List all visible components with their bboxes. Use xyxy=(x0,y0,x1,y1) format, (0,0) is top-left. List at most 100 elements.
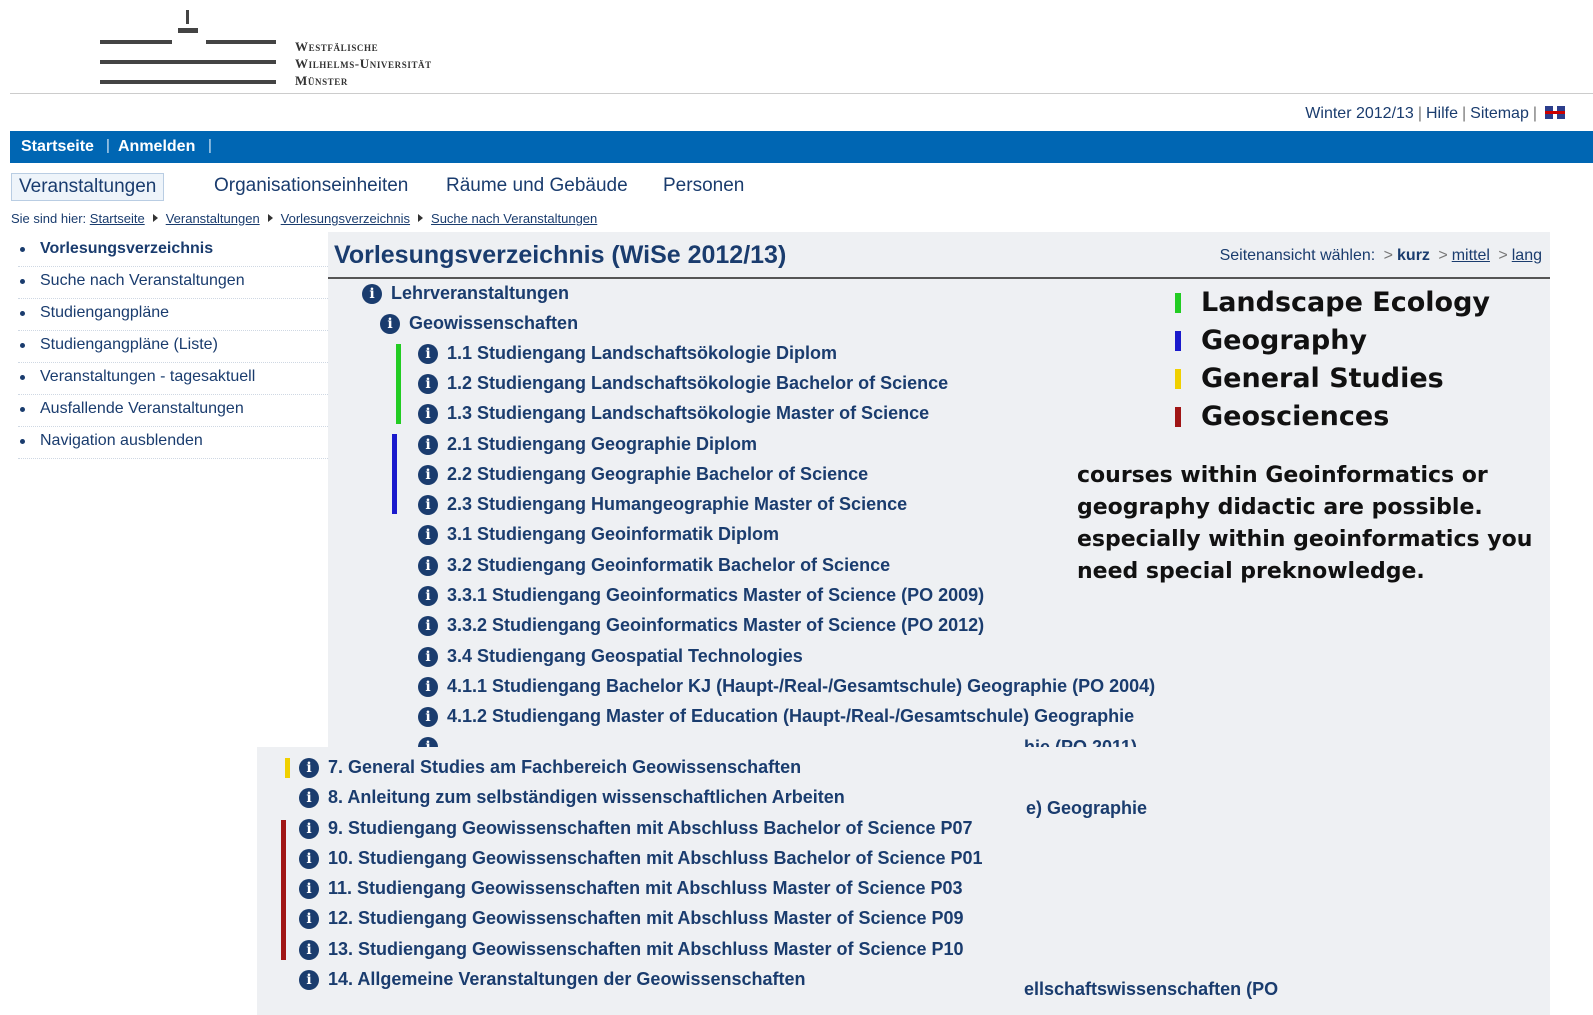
fragment-geographie: e) Geographie xyxy=(1026,798,1148,818)
view-selector: Seitenansicht wählen: > kurz > mittel > lan… xyxy=(1219,247,1542,264)
geography-marker xyxy=(392,434,397,514)
sidebar-item-label: Suche nach Veranstaltungen xyxy=(40,272,245,289)
info-icon[interactable]: i xyxy=(299,819,319,839)
bullet-icon xyxy=(20,407,25,412)
sidebar-item-vorlesungsverzeichnis[interactable]: Vorlesungsverzeichnis xyxy=(18,236,328,267)
info-icon[interactable]: i xyxy=(299,758,319,778)
geosciences-marker xyxy=(281,820,286,960)
logo-center-block xyxy=(178,28,198,33)
info-icon[interactable]: i xyxy=(299,879,319,899)
info-icon[interactable]: i xyxy=(418,707,438,727)
info-icon[interactable]: i xyxy=(418,677,438,697)
sidebar-item-studiengangplaene-liste[interactable]: Studiengangpläne (Liste) xyxy=(18,332,328,363)
breadcrumb: Sie sind hier: Startseite Veranstaltungen… xyxy=(11,211,597,226)
bullet-icon xyxy=(20,279,25,284)
info-icon[interactable]: i xyxy=(380,314,400,334)
breadcrumb-arrow-icon xyxy=(418,214,424,222)
legend-swatch xyxy=(1175,293,1181,313)
tab-organisationseinheiten[interactable]: Organisationseinheiten xyxy=(214,175,408,197)
logo-line-1: Westfälische xyxy=(295,39,379,54)
info-icon[interactable]: i xyxy=(299,940,319,960)
legend-label: Geography xyxy=(1201,325,1368,356)
view-kurz[interactable]: kurz xyxy=(1397,247,1430,264)
sidebar-item-label: Ausfallende Veranstaltungen xyxy=(40,400,244,417)
legend-label: Geosciences xyxy=(1201,401,1390,432)
info-icon[interactable]: i xyxy=(418,404,438,424)
info-icon[interactable]: i xyxy=(418,525,438,545)
sidebar-item-label: Studiengangpläne (Liste) xyxy=(40,336,218,353)
legend-label: Landscape Ecology xyxy=(1201,287,1491,318)
sidebar-item-label: Veranstaltungen - tagesaktuell xyxy=(40,368,256,385)
info-icon[interactable]: i xyxy=(299,849,319,869)
meta-links: Winter 2012/13 | Hilfe | Sitemap | xyxy=(1305,105,1565,123)
legend-label: General Studies xyxy=(1201,363,1444,394)
info-icon[interactable]: i xyxy=(418,435,438,455)
uk-flag-icon[interactable] xyxy=(1545,106,1565,119)
sidebar-item-tagesaktuell[interactable]: Veranstaltungen - tagesaktuell xyxy=(18,364,328,395)
tab-veranstaltungen[interactable]: Veranstaltungen xyxy=(11,173,165,201)
landscape-ecology-marker xyxy=(396,344,401,424)
sidebar-item-label: Studiengangpläne xyxy=(40,304,170,321)
view-mittel[interactable]: mittel xyxy=(1452,247,1490,264)
info-icon[interactable]: i xyxy=(418,465,438,485)
breadcrumb-veranstaltungen[interactable]: Veranstaltungen xyxy=(166,211,260,226)
breadcrumb-suche[interactable]: Suche nach Veranstaltungen xyxy=(431,211,597,226)
sidebar-item-label: Navigation ausblenden xyxy=(40,432,203,449)
info-icon[interactable]: i xyxy=(418,374,438,394)
tab-raeume-und-gebaeude[interactable]: Räume und Gebäude xyxy=(446,175,628,197)
bullet-icon xyxy=(20,375,25,380)
sidebar-item-ausfallende[interactable]: Ausfallende Veranstaltungen xyxy=(18,396,328,427)
main-header: Vorlesungsverzeichnis (WiSe 2012/13) Sei… xyxy=(328,235,1550,279)
sidebar-item-label: Vorlesungsverzeichnis xyxy=(40,240,214,257)
top-nav-bar: Startseite | Anmelden | xyxy=(10,131,1593,163)
info-icon[interactable]: i xyxy=(418,647,438,667)
breadcrumb-arrow-icon xyxy=(152,214,158,222)
breadcrumb-prefix: Sie sind hier: xyxy=(11,211,87,226)
logo-center-stem xyxy=(186,10,189,24)
sidebar-item-suche[interactable]: Suche nach Veranstaltungen xyxy=(18,268,328,299)
breadcrumb-vorlesungsverzeichnis[interactable]: Vorlesungsverzeichnis xyxy=(281,211,410,226)
sidebar-item-studiengangplaene[interactable]: Studiengangpläne xyxy=(18,300,328,331)
logo-line-2: Wilhelms-Universität xyxy=(295,56,432,71)
header-divider xyxy=(10,93,1593,94)
bullet-icon xyxy=(20,439,25,444)
fragment-gesellschaftswissenschaften: ellschaftswissenschaften (PO xyxy=(1024,979,1279,999)
logo-bar-middle xyxy=(100,60,276,64)
info-icon[interactable]: i xyxy=(418,495,438,515)
logo-bar-bottom xyxy=(100,80,276,84)
info-icon[interactable]: i xyxy=(299,970,319,990)
view-label: Seitenansicht wählen: xyxy=(1219,247,1376,264)
university-name: Westfälische Wilhelms-Universität Münste… xyxy=(295,38,432,89)
logo-line-3: Münster xyxy=(295,73,348,88)
breadcrumb-startseite[interactable]: Startseite xyxy=(90,211,145,226)
sidebar-item-navigation-ausblenden[interactable]: Navigation ausblenden xyxy=(18,428,328,459)
general-studies-marker xyxy=(285,758,290,778)
home-link[interactable]: Startseite xyxy=(21,138,94,156)
info-icon[interactable]: i xyxy=(418,344,438,364)
bullet-icon xyxy=(20,311,25,316)
tab-personen[interactable]: Personen xyxy=(663,175,744,197)
info-icon[interactable]: i xyxy=(299,788,319,808)
info-icon[interactable]: i xyxy=(418,616,438,636)
legend-swatch xyxy=(1175,369,1181,389)
nav-separator: | xyxy=(208,137,212,154)
logo-bar-top-right xyxy=(206,40,276,44)
annotation-note: courses within Geoinformatics or geograp… xyxy=(1077,463,1533,584)
login-link[interactable]: Anmelden xyxy=(118,138,195,156)
info-icon[interactable]: i xyxy=(299,909,319,929)
bullet-icon xyxy=(20,343,25,348)
help-link[interactable]: Hilfe xyxy=(1426,105,1458,122)
info-icon[interactable]: i xyxy=(418,556,438,576)
breadcrumb-arrow-icon xyxy=(267,214,273,222)
semester-link[interactable]: Winter 2012/13 xyxy=(1305,105,1414,122)
legend-swatch xyxy=(1175,407,1181,427)
view-lang[interactable]: lang xyxy=(1512,247,1542,264)
nav-separator: | xyxy=(106,137,110,154)
sitemap-link[interactable]: Sitemap xyxy=(1470,105,1529,122)
logo-bar-top-left xyxy=(100,40,172,44)
info-icon[interactable]: i xyxy=(362,284,382,304)
bullet-icon xyxy=(20,247,25,252)
info-icon[interactable]: i xyxy=(418,586,438,606)
page-title: Vorlesungsverzeichnis (WiSe 2012/13) xyxy=(334,241,787,269)
legend-swatch xyxy=(1175,331,1181,351)
